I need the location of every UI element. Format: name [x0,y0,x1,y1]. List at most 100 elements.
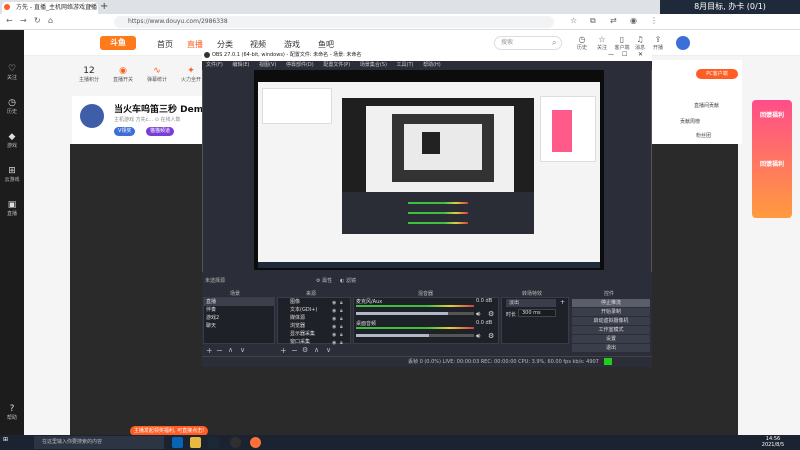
menu-file[interactable]: 文件(F) [206,62,223,68]
menu-docks[interactable]: 停靠部件(D) [286,62,314,68]
scene-item[interactable]: 直播 [204,298,274,306]
visibility-eye-icons[interactable]: ◉ ◉ ◉ ◉ ◉ ◉ [332,299,336,347]
scene-up-icon[interactable]: ∧ [228,346,233,354]
forward-icon[interactable]: → [20,16,27,25]
studio-mode-button[interactable]: 工作室模式 [572,326,650,334]
duration-input[interactable]: 300 ms [518,309,556,317]
stat-danmaku[interactable]: ∿ 弹幕统计 [142,66,172,83]
steam-icon[interactable] [208,437,219,448]
menu-help[interactable]: 帮助(H) [423,62,441,68]
close-window-icon[interactable]: ✕ [638,51,643,58]
translate-icon[interactable]: ⇄ [610,16,617,25]
scene-add-icon[interactable]: + [206,346,213,355]
scene-item[interactable]: 伴奏 [204,306,274,314]
taskbar-search[interactable]: 在这里输入你要搜索的内容 [34,436,164,449]
search-icon[interactable]: ⌕ [552,38,556,48]
close-tab-icon[interactable]: ✕ [88,3,93,10]
volume-meter [356,327,474,329]
menu-scene-collection[interactable]: 场景集合(S) [360,62,387,68]
transition-select[interactable]: 淡出 [506,299,556,307]
extensions-icon[interactable]: ⧉ [590,16,596,26]
scene-item[interactable]: 游戏2 [204,314,274,322]
profile-icon[interactable]: ◉ [630,16,637,25]
lock-icons[interactable]: 🔒︎ 🔒︎ 🔒︎ 🔒︎ 🔒︎ 🔒︎ [340,299,343,347]
douyu-logo[interactable]: 斗鱼 [100,36,136,50]
source-up-icon[interactable]: ∧ [314,346,319,354]
windows-start-icon[interactable]: ⊞ [3,436,8,443]
recursive-capture-header [262,88,332,124]
new-tab-button[interactable]: + [100,1,108,12]
status-text: 丢帧 0 (0.0%) LIVE: 00:00:03 REC: 00:00:00… [408,359,599,365]
back-icon[interactable]: ← [6,16,13,25]
nav-home[interactable]: 首页 [157,39,173,50]
filters-button[interactable]: ◐ 滤镜 [340,277,356,284]
sidebar-item-follow[interactable]: ♡ 关注 [0,64,24,81]
speaker-icon[interactable]: 🔊︎ [476,310,480,319]
scene-down-icon[interactable]: ∨ [240,346,245,354]
stop-streaming-button[interactable]: 停止推流 [572,299,650,307]
source-settings-icon[interactable]: ⚙ [302,346,308,354]
browser-tab[interactable]: 方先 - 直播_主机网络游戏直播 [2,2,98,14]
header-broadcast[interactable]: ⇪ 开播 [650,35,666,51]
user-avatar[interactable] [676,36,690,50]
url-field[interactable]: https://www.douyu.com/2986338 [114,16,554,28]
file-explorer-icon[interactable] [190,437,201,448]
add-transition-icon[interactable]: + [560,299,565,306]
sidebar-item-history[interactable]: ◷ 历史 [0,98,24,115]
exit-button[interactable]: 退出 [572,344,650,352]
stat-live-switch[interactable]: ◉ 直播开关 [108,66,138,83]
virtual-camera-button[interactable]: 启动虚拟摄像机 [572,317,650,325]
menu-profile[interactable]: 配置文件(P) [323,62,350,68]
reload-icon[interactable]: ↻ [34,16,41,25]
nav-yuba[interactable]: 鱼吧 [318,39,334,50]
nav-live[interactable]: 直播 [187,39,203,50]
obs-taskbar-icon[interactable] [230,437,241,448]
header-follow[interactable]: ☆ 关注 [594,35,610,51]
sidebar-item-game[interactable]: ◆ 游戏 [0,132,24,149]
properties-button[interactable]: ⚙ 属性 [316,277,332,284]
sidebar-item-live[interactable]: ▣ 直播 [0,200,24,217]
promo-banner[interactable]: 回馈福利 回馈福利 [752,100,792,218]
menu-tools[interactable]: 工具(T) [397,62,414,68]
source-add-icon[interactable]: + [280,346,287,355]
source-down-icon[interactable]: ∨ [326,346,331,354]
minimize-icon[interactable]: — [608,51,614,58]
menu-view[interactable]: 视图(V) [259,62,276,68]
nav-video[interactable]: 视频 [250,39,266,50]
scene-remove-icon[interactable]: − [216,346,223,355]
nav-category[interactable]: 分类 [217,39,233,50]
home-icon[interactable]: ⌂ [48,16,53,25]
sidebar-item-help[interactable]: ? 帮助 [0,404,24,421]
room-badge-0[interactable]: V领奖 [114,127,136,136]
scene-item[interactable]: 聊天 [204,322,274,330]
menu-edit[interactable]: 编辑(E) [232,62,249,68]
room-badge-1[interactable]: 猫猫频道 [146,127,175,136]
gear-icon[interactable]: ⚙ [488,332,494,340]
edge-icon[interactable] [172,437,183,448]
stat-points[interactable]: 12 主播积分 [74,66,104,83]
settings-button[interactable]: 设置 [572,335,650,343]
bookmark-star-icon[interactable]: ☆ [570,16,577,25]
douyu-favicon-icon [4,4,10,10]
mixer-channel-db: 0.0 dB [476,320,493,326]
maximize-icon[interactable]: ☐ [622,51,627,58]
recursive-meter-2 [408,212,468,214]
header-history[interactable]: ◷ 历史 [574,35,590,51]
obs-status-bar: 丢帧 0 (0.0%) LIVE: 00:00:03 REC: 00:00:00… [202,356,652,367]
recursive-capture-level4 [404,124,482,170]
header-messages[interactable]: ♫ 消息 [632,35,648,51]
speaker-icon[interactable]: 🔊︎ [476,332,480,341]
anchor-avatar[interactable] [78,102,106,130]
volume-slider[interactable] [356,312,474,315]
sidebar-item-cloud-game[interactable]: ⊞ 云游戏 [0,166,24,183]
firefox-icon[interactable] [250,437,261,448]
menu-icon[interactable]: ⋮ [650,16,658,25]
pc-client-button[interactable]: PC客户端 [696,69,738,79]
header-client[interactable]: ▯ 客户端 [614,35,630,51]
taskbar-clock[interactable]: 14:56 2021/8/5 [748,436,798,448]
gear-icon[interactable]: ⚙ [488,310,494,318]
nav-games[interactable]: 游戏 [284,39,300,50]
source-remove-icon[interactable]: − [291,346,298,355]
volume-slider[interactable] [356,334,474,337]
start-recording-button[interactable]: 开始录制 [572,308,650,316]
